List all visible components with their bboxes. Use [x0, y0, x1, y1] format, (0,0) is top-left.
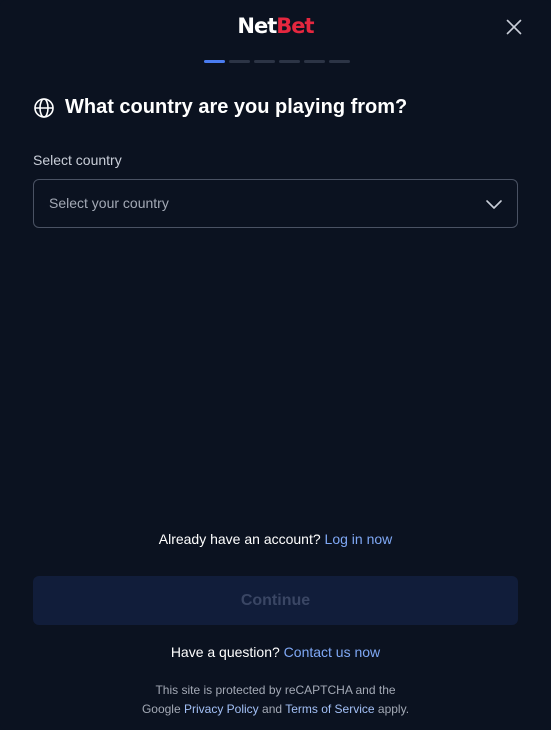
country-field-label: Select country [33, 152, 122, 168]
continue-button[interactable]: Continue [33, 576, 518, 625]
progress-step-4 [279, 60, 300, 63]
signup-modal: NetBet What country are you playing from… [0, 0, 551, 730]
recaptcha-prefix: Google [141, 702, 181, 716]
contact-prompt-text: Have a question? [170, 644, 280, 660]
login-prompt-text: Already have an account? [158, 531, 321, 547]
recaptcha-line-2: Google Privacy Policy and Terms of Servi… [0, 700, 551, 719]
country-select-placeholder: Select your country [49, 195, 169, 211]
step-progress [204, 60, 350, 63]
progress-step-2 [229, 60, 250, 63]
login-prompt: Already have an account? Log in now [0, 531, 551, 547]
logo-bet: Bet [276, 14, 314, 38]
progress-step-6 [329, 60, 350, 63]
globe-icon [34, 97, 54, 118]
close-icon [506, 19, 522, 35]
login-link[interactable]: Log in now [325, 531, 393, 547]
progress-step-1 [204, 60, 225, 63]
page-title: What country are you playing from? [65, 96, 408, 118]
recaptcha-line-1: This site is protected by reCAPTCHA and … [155, 683, 396, 697]
country-select[interactable]: Select your country [33, 179, 518, 228]
contact-link[interactable]: Contact us now [284, 644, 381, 660]
progress-step-5 [304, 60, 325, 63]
terms-of-service-link[interactable]: Terms of Service [285, 702, 374, 716]
recaptcha-suffix: apply. [377, 702, 410, 716]
contact-prompt: Have a question? Contact us now [0, 644, 551, 660]
privacy-policy-link[interactable]: Privacy Policy [184, 702, 259, 716]
recaptcha-notice: This site is protected by reCAPTCHA and … [0, 681, 551, 719]
recaptcha-and: and [262, 702, 283, 716]
step-heading: What country are you playing from? [33, 96, 407, 119]
chevron-down-icon [486, 200, 502, 209]
progress-step-3 [254, 60, 275, 63]
close-button[interactable] [501, 14, 527, 40]
logo-net: Net [237, 14, 277, 38]
netbet-logo: NetBet [0, 14, 551, 38]
